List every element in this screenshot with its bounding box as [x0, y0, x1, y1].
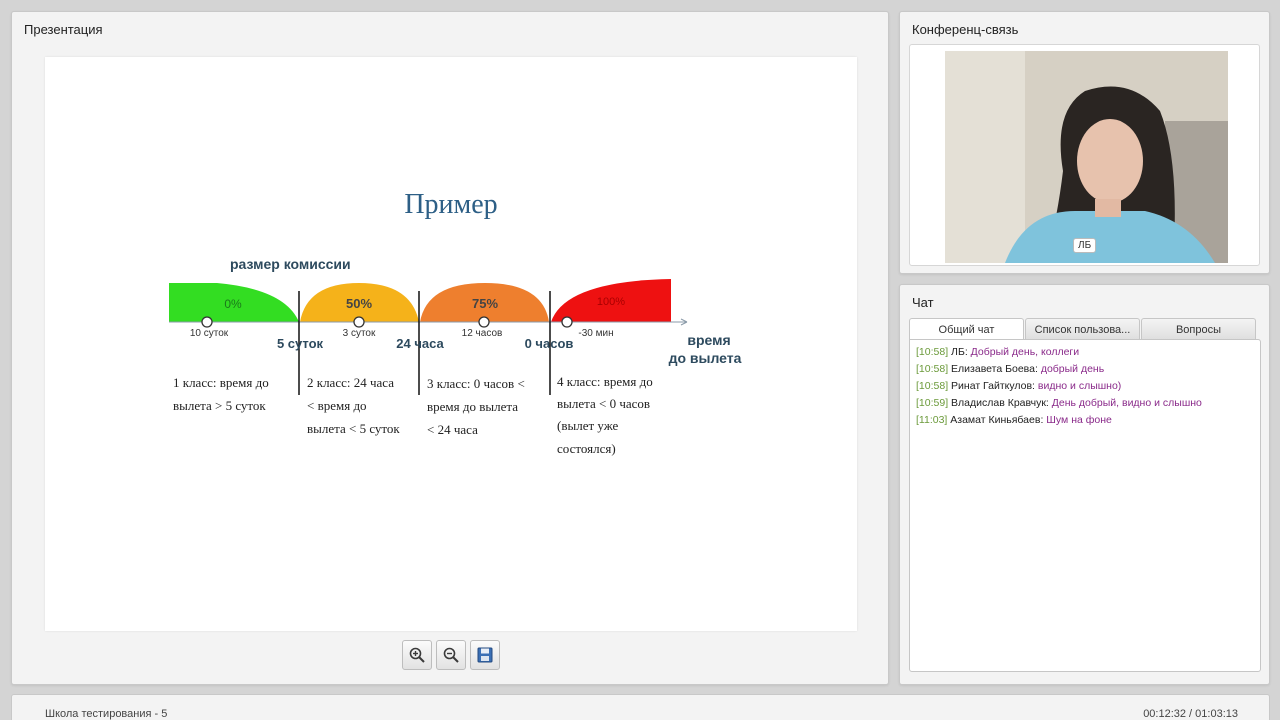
video-frame: ЛБ — [909, 44, 1260, 266]
class-2-line-2: < время до — [307, 398, 367, 413]
chat-message: [10:59] Владислав Кравчук: День добрый, … — [916, 395, 1254, 412]
message-text: добрый день — [1040, 363, 1105, 375]
class-2-line-1: 2 класс: 24 часа — [307, 375, 394, 390]
message-text: видно и слышно) — [1037, 380, 1122, 392]
class-3-line-3: < 24 часа — [427, 422, 478, 437]
message-time: [10:58] — [916, 363, 949, 375]
chat-message: [10:58] Елизавета Боева: добрый день — [916, 361, 1254, 378]
chat-message: [10:58] ЛБ: Добрый день, коллеги — [916, 344, 1254, 361]
presentation-panel: Презентация Пример размер комиссии 0% 50… — [11, 11, 889, 685]
marker-3 — [561, 316, 573, 328]
zoom-in-icon — [409, 647, 425, 663]
class-2-line-3: вылета < 5 суток — [307, 421, 400, 436]
segment-3-pct: 100% — [597, 296, 625, 308]
segment-2-pct: 75% — [472, 296, 498, 311]
chat-title: Чат — [912, 295, 934, 310]
marker-0 — [201, 316, 213, 328]
presentation-title: Презентация — [24, 22, 103, 37]
save-icon — [477, 647, 493, 663]
playback-time: 00:12:32 / 01:03:13 — [1143, 708, 1238, 720]
webcam-feed — [945, 51, 1228, 263]
segment-1-pct: 50% — [346, 296, 372, 311]
class-4-line-3: (вылет уже — [557, 418, 619, 433]
class-1-line-2: вылета > 5 суток — [173, 398, 266, 413]
save-button[interactable] — [470, 640, 500, 670]
conference-panel: Конференц-связь ЛБ — [899, 11, 1270, 274]
class-4-text: 4 класс: время до вылета < 0 часов (выле… — [557, 374, 653, 456]
status-bar: Школа тестирования - 5 00:12:32 / 01:03:… — [11, 694, 1270, 720]
zoom-out-icon — [443, 647, 459, 663]
class-1-text: 1 класс: время до вылета > 5 суток — [173, 375, 269, 413]
boundary-0: 5 суток — [277, 336, 324, 351]
chat-panel: Чат Общий чат Список пользова... Вопросы… — [899, 284, 1270, 685]
boundary-1: 24 часа — [396, 336, 444, 351]
class-3-text: 3 класс: 0 часов < время до вылета < 24 … — [427, 376, 525, 437]
marker-2 — [478, 316, 490, 328]
tab-user-list[interactable]: Список пользова... — [1025, 318, 1140, 340]
course-title: Школа тестирования - 5 — [45, 708, 168, 720]
tab-general-chat[interactable]: Общий чат — [909, 318, 1024, 340]
chat-tabs: Общий чат Список пользова... Вопросы — [909, 318, 1256, 340]
axis-label-time: время — [687, 332, 730, 348]
axis-label-before-departure: до вылета — [669, 350, 742, 366]
chat-message: [10:58] Ринат Гайткулов: видно и слышно) — [916, 378, 1254, 395]
message-text: Добрый день, коллеги — [970, 346, 1080, 358]
message-author: Азамат Киньябаев: — [950, 414, 1044, 426]
chat-messages[interactable]: [10:58] ЛБ: Добрый день, коллеги [10:58]… — [909, 339, 1261, 672]
participant-video[interactable]: ЛБ — [945, 51, 1228, 263]
class-3-line-1: 3 класс: 0 часов < — [427, 376, 525, 391]
segment-0-pct: 0% — [224, 297, 242, 311]
zoom-out-button[interactable] — [436, 640, 466, 670]
message-time: [10:58] — [916, 380, 949, 392]
message-author: Ринат Гайткулов: — [951, 380, 1035, 392]
marker-3-label: -30 мин — [578, 328, 613, 339]
class-4-line-2: вылета < 0 часов — [557, 396, 650, 411]
class-3-line-2: время до вылета — [427, 399, 518, 414]
presentation-slide: Пример размер комиссии 0% 50% 75% 100% 1… — [45, 57, 857, 631]
presentation-toolbar — [402, 640, 500, 670]
message-author: ЛБ: — [951, 346, 968, 358]
class-4-line-1: 4 класс: время до — [557, 374, 653, 389]
zoom-in-button[interactable] — [402, 640, 432, 670]
chat-message: [11:03] Азамат Киньябаев: Шум на фоне — [916, 412, 1254, 429]
class-2-text: 2 класс: 24 часа < время до вылета < 5 с… — [307, 375, 400, 436]
marker-1 — [353, 316, 365, 328]
conference-title: Конференц-связь — [912, 22, 1019, 37]
message-time: [10:59] — [916, 397, 949, 409]
message-time: [10:58] — [916, 346, 949, 358]
message-text: День добрый, видно и слышно — [1051, 397, 1202, 409]
slide-heading: Пример — [404, 189, 497, 220]
message-time: [11:03] — [916, 414, 948, 426]
message-author: Елизавета Боева: — [951, 363, 1038, 375]
marker-1-label: 3 суток — [343, 328, 376, 339]
marker-0-label: 10 суток — [190, 328, 229, 339]
class-1-line-1: 1 класс: время до — [173, 375, 269, 390]
participant-badge: ЛБ — [1073, 238, 1097, 253]
commission-label: размер комиссии — [230, 256, 351, 272]
boundary-2: 0 часов — [525, 336, 574, 351]
class-4-line-4: состоялся) — [557, 441, 616, 456]
tab-questions[interactable]: Вопросы — [1141, 318, 1256, 340]
message-author: Владислав Кравчук: — [951, 397, 1049, 409]
marker-2-label: 12 часов — [462, 328, 503, 339]
slide-diagram: Пример размер комиссии 0% 50% 75% 100% 1… — [169, 189, 742, 456]
message-text: Шум на фоне — [1046, 414, 1112, 426]
